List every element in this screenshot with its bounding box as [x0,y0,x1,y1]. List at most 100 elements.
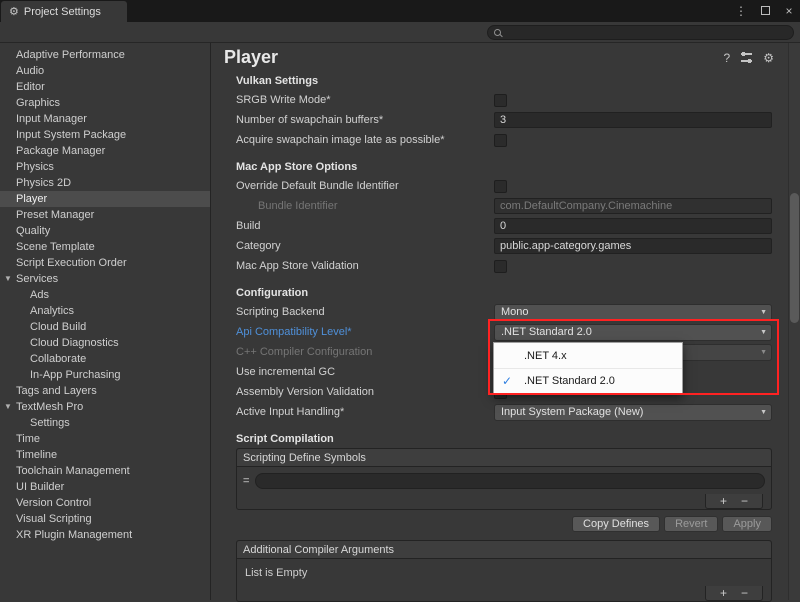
list-body: List is Empty [237,559,771,587]
remove-item-button[interactable]: − [741,495,748,507]
setting-row-api-compatibility: Api Compatibility Level* .NET Standard 2… [236,322,772,342]
sidebar-item-in-app-purchasing[interactable]: In-App Purchasing [0,367,210,383]
sidebar-item-physics[interactable]: Physics [0,159,210,175]
build-input[interactable] [494,218,772,234]
add-item-button[interactable]: + [720,587,727,599]
sidebar-item-ui-builder[interactable]: UI Builder [0,479,210,495]
sidebar-item-script-execution-order[interactable]: Script Execution Order [0,255,210,271]
sidebar-item-editor[interactable]: Editor [0,79,210,95]
vertical-scrollbar[interactable] [788,43,800,600]
sidebar-item-cloud-build[interactable]: Cloud Build [0,319,210,335]
sidebar-item-collaborate[interactable]: Collaborate [0,351,210,367]
sidebar-item-tmp-settings[interactable]: Settings [0,415,210,431]
define-symbols-actions: Copy Defines Revert Apply [236,516,772,532]
category-input[interactable] [494,238,772,254]
panel-header-icons: ? ⚙ [724,51,774,65]
scripting-define-symbols-list: Scripting Define Symbols = + − [236,448,772,510]
setting-row-active-input-handling: Active Input Handling* Input System Pack… [236,402,772,422]
settings-sidebar: Adaptive Performance Audio Editor Graphi… [0,43,210,600]
dropdown-value: .NET Standard 2.0 [501,326,592,338]
setting-label: Build [236,220,494,232]
sidebar-item-time[interactable]: Time [0,431,210,447]
sidebar-item-package-manager[interactable]: Package Manager [0,143,210,159]
sidebar-item-preset-manager[interactable]: Preset Manager [0,207,210,223]
sidebar-item-analytics[interactable]: Analytics [0,303,210,319]
sidebar-item-textmesh-pro[interactable]: ▼ TextMesh Pro [0,399,210,415]
settings-gear-icon[interactable]: ⚙ [763,51,774,65]
active-input-handling-dropdown[interactable]: Input System Package (New) ▼ [494,404,772,421]
bundle-identifier-input [494,198,772,214]
window-menu-icon[interactable]: ⋮ [734,4,748,18]
define-symbol-input[interactable] [255,473,765,489]
setting-row-category: Category [236,236,772,256]
sidebar-item-adaptive-performance[interactable]: Adaptive Performance [0,47,210,63]
sidebar-item-cloud-diagnostics[interactable]: Cloud Diagnostics [0,335,210,351]
sidebar-item-physics-2d[interactable]: Physics 2D [0,175,210,191]
settings-content: Vulkan Settings SRGB Write Mode* Number … [211,72,800,602]
search-input[interactable] [505,27,787,39]
help-icon[interactable]: ? [724,51,731,65]
sidebar-item-input-manager[interactable]: Input Manager [0,111,210,127]
presets-icon[interactable] [741,53,752,62]
sidebar-item-audio[interactable]: Audio [0,63,210,79]
window-titlebar: ⚙ Project Settings ⋮ × [0,0,800,22]
setting-label: Category [236,240,494,252]
section-header-script-compilation: Script Compilation [236,430,772,448]
close-icon[interactable]: × [782,4,796,18]
srgb-write-mode-checkbox[interactable] [494,94,507,107]
swapchain-buffers-input[interactable] [494,112,772,128]
search-icon [494,29,501,36]
mac-app-store-validation-checkbox[interactable] [494,260,507,273]
window-title: Project Settings [24,6,101,18]
chevron-expanded-icon[interactable]: ▼ [4,271,12,287]
setting-row-srgb: SRGB Write Mode* [236,90,772,110]
sidebar-item-version-control[interactable]: Version Control [0,495,210,511]
setting-label: Active Input Handling* [236,406,494,418]
sidebar-item-ads[interactable]: Ads [0,287,210,303]
sidebar-item-visual-scripting[interactable]: Visual Scripting [0,511,210,527]
popup-item-net-4x[interactable]: .NET 4.x [494,343,682,368]
remove-item-button[interactable]: − [741,587,748,599]
sidebar-item-input-system-package[interactable]: Input System Package [0,127,210,143]
additional-compiler-arguments-list: Additional Compiler Arguments List is Em… [236,540,772,602]
search-box[interactable] [487,25,794,40]
list-footer-buttons: + − [705,586,763,601]
acquire-swapchain-late-checkbox[interactable] [494,134,507,147]
sidebar-item-timeline[interactable]: Timeline [0,447,210,463]
sidebar-item-label: TextMesh Pro [16,401,83,413]
chevron-down-icon: ▼ [760,329,767,336]
sidebar-item-services[interactable]: ▼ Services [0,271,210,287]
revert-button[interactable]: Revert [664,516,718,532]
setting-row-bundle-identifier: Bundle Identifier [236,196,772,216]
setting-label: Number of swapchain buffers* [236,114,494,126]
sidebar-item-graphics[interactable]: Graphics [0,95,210,111]
sidebar-item-toolchain-management[interactable]: Toolchain Management [0,463,210,479]
list-footer-buttons: + − [705,494,763,509]
project-settings-tab[interactable]: ⚙ Project Settings [1,1,127,22]
add-item-button[interactable]: + [720,495,727,507]
popup-item-label: .NET 4.x [524,350,567,362]
drag-handle-icon[interactable]: = [243,475,249,487]
popup-item-label: .NET Standard 2.0 [524,375,615,387]
maximize-icon[interactable] [758,4,772,18]
sidebar-item-tags-and-layers[interactable]: Tags and Layers [0,383,210,399]
panel-header: Player ? ⚙ [211,43,800,69]
chevron-expanded-icon[interactable]: ▼ [4,399,12,415]
api-compatibility-dropdown[interactable]: .NET Standard 2.0 ▼ [494,324,772,341]
scrollbar-thumb[interactable] [790,193,799,323]
sidebar-item-xr-plugin-management[interactable]: XR Plugin Management [0,527,210,543]
popup-item-net-standard-20[interactable]: ✓ .NET Standard 2.0 [494,368,682,393]
setting-label: Scripting Backend [236,306,494,318]
sidebar-item-player[interactable]: Player [0,191,210,207]
setting-row-swapchain-buffers: Number of swapchain buffers* [236,110,772,130]
sidebar-item-scene-template[interactable]: Scene Template [0,239,210,255]
scripting-backend-dropdown[interactable]: Mono ▼ [494,304,772,321]
override-bundle-identifier-checkbox[interactable] [494,180,507,193]
toolbar [0,22,800,43]
list-header: Scripting Define Symbols [237,449,771,467]
chevron-down-icon: ▼ [760,349,767,356]
sidebar-item-quality[interactable]: Quality [0,223,210,239]
apply-button[interactable]: Apply [722,516,772,532]
copy-defines-button[interactable]: Copy Defines [572,516,660,532]
section-header-mac-app-store: Mac App Store Options [236,158,772,176]
